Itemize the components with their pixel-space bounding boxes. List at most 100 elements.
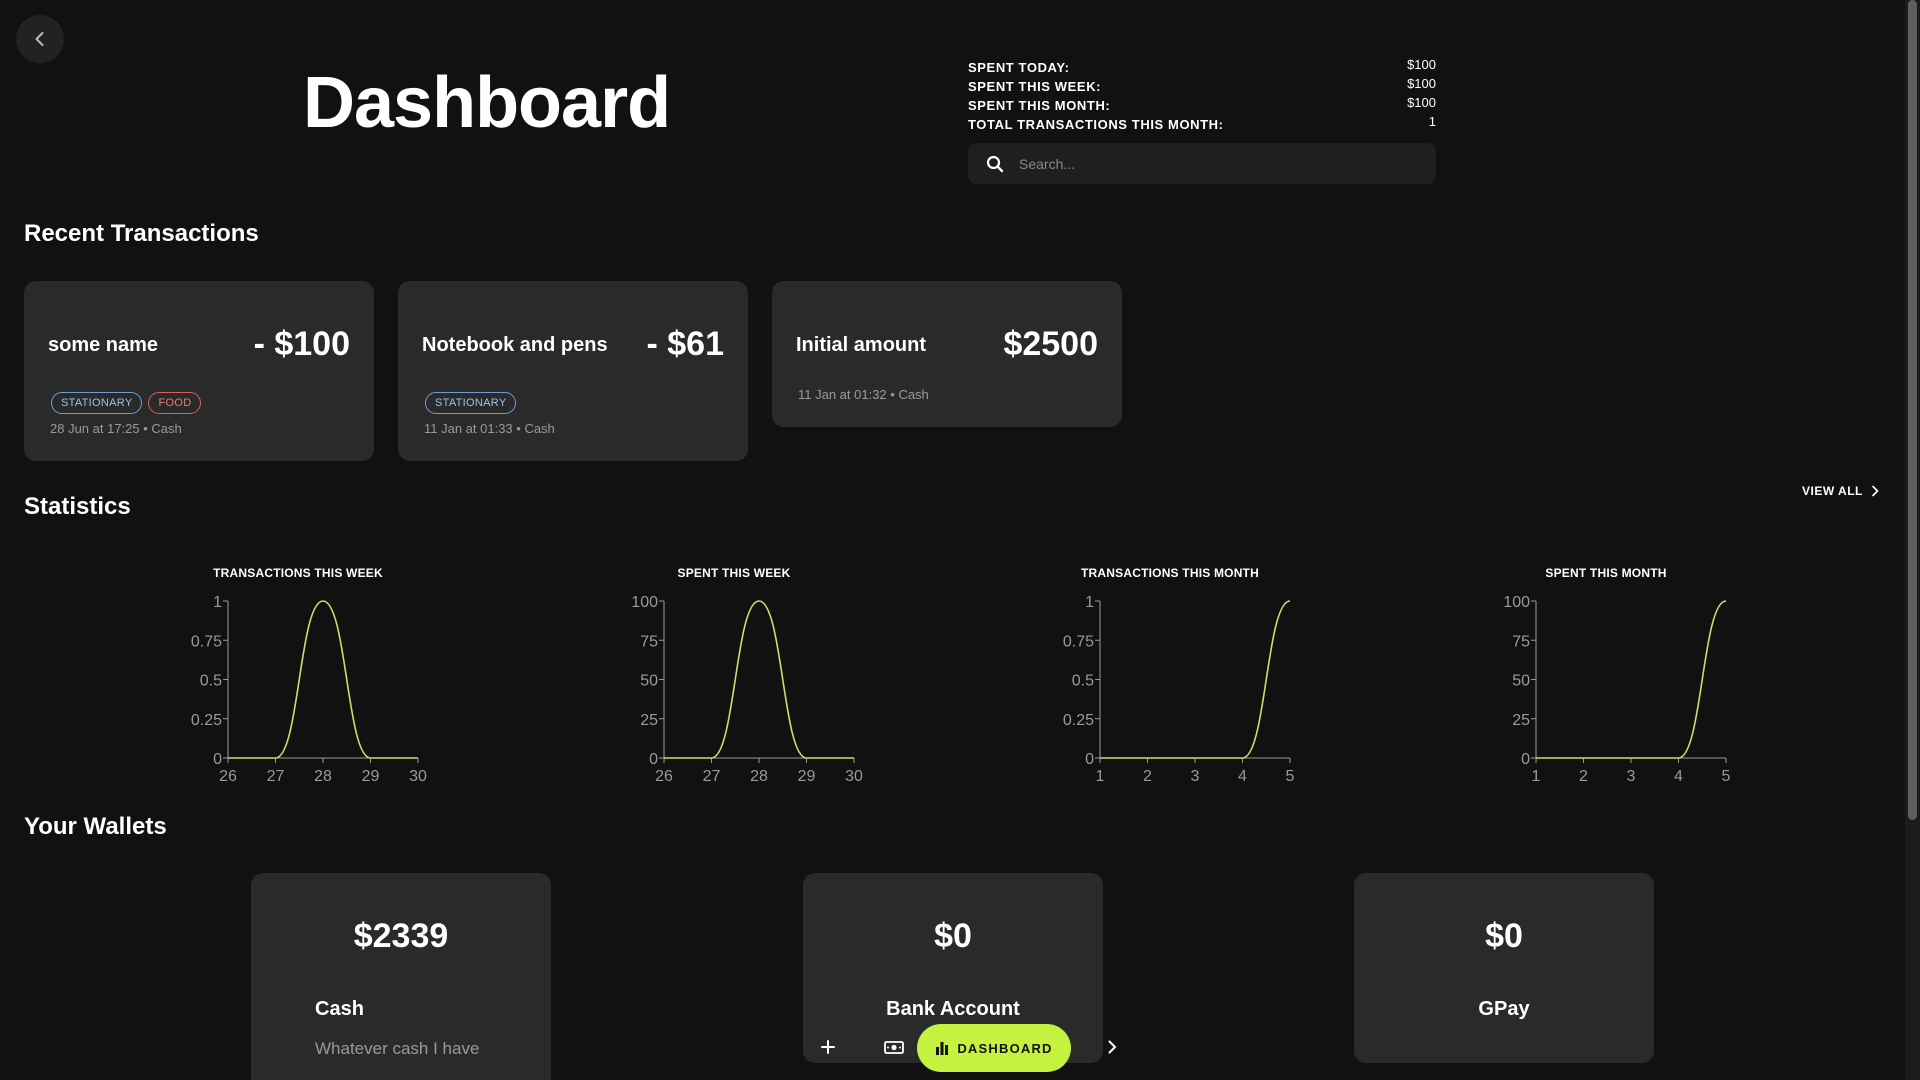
x-tick-label: 29 [798,768,816,785]
wallet-card-gpay[interactable]: $0 GPay [1354,873,1654,1063]
transaction-name: some name [48,334,159,356]
search-input[interactable] [1017,154,1401,173]
transactions-button[interactable] [874,1027,914,1067]
y-tick-label: 75 [640,633,658,650]
chevron-right-icon [1108,1040,1117,1054]
search-icon [986,155,1004,172]
x-tick-label: 27 [703,768,721,785]
dashboard-tab-button[interactable]: DASHBOARD [917,1024,1071,1072]
chart-title: SPENT THIS WEEK [677,566,791,580]
x-tick-label: 2 [1579,768,1588,785]
chevron-left-icon [35,32,44,46]
x-tick-label: 29 [362,768,380,785]
wallet-card-cash[interactable]: $2339 Cash Whatever cash I have [251,873,551,1080]
x-tick-label: 3 [1191,768,1200,785]
transaction-amount: $2500 [1003,325,1098,363]
transaction-amount: - $100 [253,325,350,363]
y-tick-label: 0.75 [1063,633,1094,650]
summary-row-spent-week: SPENT THIS WEEK: $100 [968,76,1436,98]
x-tick-label: 26 [219,768,237,785]
transaction-name: Notebook and pens [422,334,608,356]
transaction-tags: STATIONARY [425,392,517,414]
y-tick-label: 0 [1085,751,1094,768]
series-line [1100,600,1291,759]
y-tick-label: 0 [213,751,222,768]
wallets-title: Your Wallets [24,813,167,840]
summary-label: SPENT TODAY: [968,60,1070,75]
scrollbar[interactable] [1905,0,1920,1080]
x-tick-label: 30 [409,768,427,785]
page-title: Dashboard [303,63,671,143]
transaction-card[interactable]: Notebook and pens - $61 STATIONARY 11 Ja… [398,281,748,461]
view-all-link[interactable]: VIEW ALL [1802,484,1879,498]
tag-stationary[interactable]: STATIONARY [425,392,517,414]
wallet-amount: $0 [934,917,972,955]
money-icon [884,1041,904,1054]
wallet-description: Whatever cash I have [315,1039,480,1058]
wallet-name: Bank Account [886,998,1020,1020]
tag-food[interactable]: FOOD [148,392,202,414]
y-tick-label: 0.5 [200,673,222,690]
wallet-amount: $0 [1485,917,1523,955]
view-all-label: VIEW ALL [1802,484,1863,498]
recent-transactions-title: Recent Transactions [24,220,259,247]
y-tick-label: 0 [649,751,658,768]
y-tick-label: 25 [640,712,658,729]
x-tick-label: 26 [655,768,673,785]
wallet-name: GPay [1478,998,1530,1020]
x-tick-label: 4 [1674,768,1683,785]
transaction-card[interactable]: Initial amount $2500 11 Jan at 01:32 • C… [772,281,1122,427]
x-tick-label: 2 [1143,768,1152,785]
x-tick-label: 27 [267,768,285,785]
chevron-right-icon [1872,485,1879,497]
dashboard-tab-label: DASHBOARD [957,1040,1053,1056]
search-bar[interactable] [968,143,1436,184]
y-tick-label: 0.25 [191,712,222,729]
scrollbar-thumb[interactable] [1908,0,1917,820]
y-tick-label: 100 [631,594,658,611]
line-chart: 0 0.25 0.5 0.75 1 1 2 3 4 5 [1063,594,1295,785]
tag-stationary[interactable]: STATIONARY [51,392,143,414]
transaction-meta: 11 Jan at 01:33 • Cash [424,421,555,436]
summary-label: SPENT THIS MONTH: [968,98,1111,113]
transaction-tags: STATIONARY FOOD [51,392,202,414]
transaction-amount: - $61 [646,325,725,363]
x-tick-label: 4 [1238,768,1247,785]
y-tick-label: 0.5 [1072,673,1094,690]
summary-label: TOTAL TRANSACTIONS THIS MONTH: [968,117,1224,132]
y-tick-label: 1 [1085,594,1094,611]
transaction-card[interactable]: some name - $100 STATIONARY FOOD 28 Jun … [24,281,374,461]
summary-row-spent-today: SPENT TODAY: $100 [968,57,1436,79]
back-button[interactable] [16,15,64,63]
line-chart: 0 25 50 75 100 1 2 3 4 5 [1503,594,1731,785]
y-tick-label: 100 [1503,594,1530,611]
x-tick-label: 5 [1286,768,1295,785]
y-tick-label: 50 [1512,673,1530,690]
summary-label: SPENT THIS WEEK: [968,79,1102,94]
x-tick-label: 28 [314,768,332,785]
x-tick-label: 5 [1722,768,1731,785]
page: Dashboard SPENT TODAY: $100 SPENT THIS W… [0,0,1920,1080]
add-transaction-button[interactable] [808,1027,848,1067]
line-chart: 0 25 50 75 100 26 27 28 29 30 [631,594,863,785]
line-chart: 0 0.25 0.5 0.75 1 26 27 28 29 30 [191,594,427,785]
spending-summary: SPENT TODAY: $100 SPENT THIS WEEK: $100 … [968,57,1436,136]
transaction-meta: 11 Jan at 01:32 • Cash [798,387,929,402]
statistics-title: Statistics [24,493,131,520]
y-tick-label: 0.75 [191,633,222,650]
next-button[interactable] [1092,1027,1132,1067]
x-tick-label: 3 [1627,768,1636,785]
x-tick-label: 30 [845,768,863,785]
chart-title: SPENT THIS MONTH [1545,566,1667,580]
wallet-amount: $2339 [353,917,449,955]
chart-title: TRANSACTIONS THIS WEEK [213,566,383,580]
y-tick-label: 25 [1512,712,1530,729]
summary-row-spent-month: SPENT THIS MONTH: $100 [968,95,1436,117]
series-line [1536,600,1727,759]
series-line [664,600,854,759]
series-line [228,600,418,759]
y-tick-label: 0 [1521,751,1530,768]
x-tick-label: 28 [750,768,768,785]
y-tick-label: 75 [1512,633,1530,650]
y-tick-label: 0.25 [1063,712,1094,729]
